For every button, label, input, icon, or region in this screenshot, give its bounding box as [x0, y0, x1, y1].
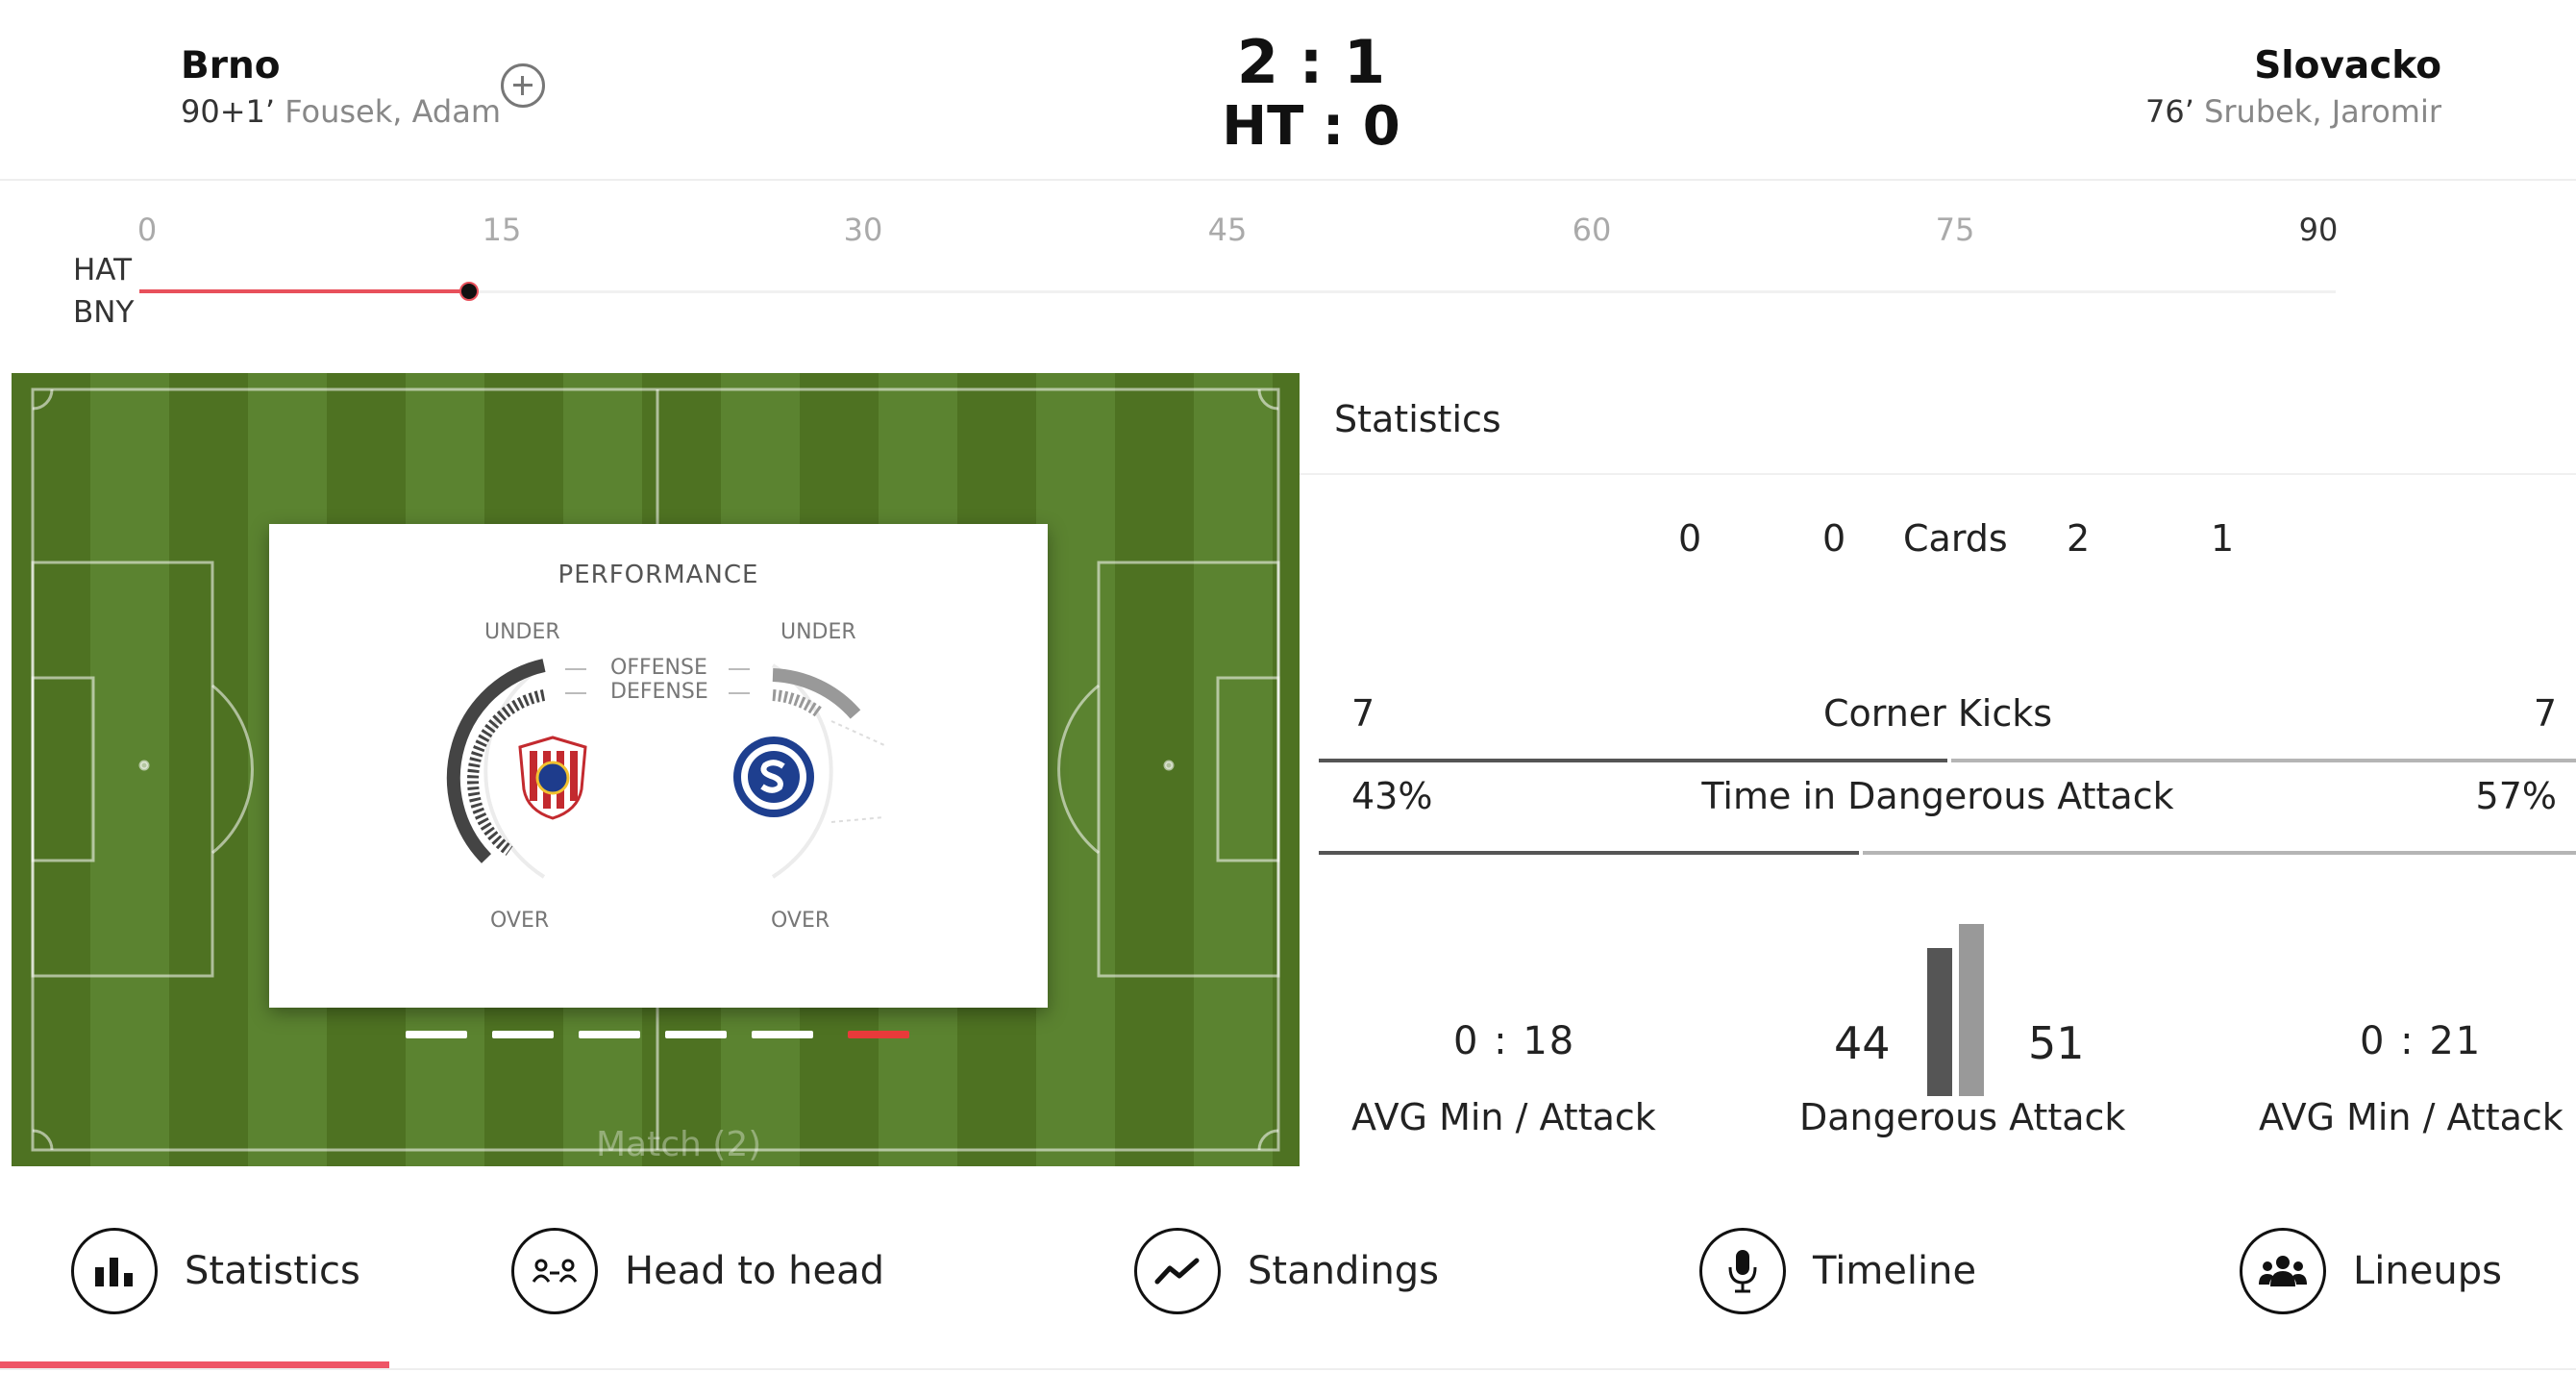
- divider: [1300, 473, 2576, 475]
- home-team-name[interactable]: Brno: [181, 42, 501, 90]
- timeline-tick: 75: [1935, 212, 1975, 248]
- danger-time-label: Time in Dangerous Attack: [1701, 775, 2174, 817]
- microphone-icon: [1699, 1228, 1786, 1314]
- home-cards-red: 0: [1822, 517, 1846, 560]
- carousel-dot[interactable]: [752, 1031, 813, 1038]
- away-team-name[interactable]: Slovacko: [2145, 42, 2441, 90]
- nav-item-lineups[interactable]: Lineups: [2240, 1228, 2502, 1314]
- home-team-block[interactable]: Brno 90+1’ Fousek, Adam: [181, 42, 501, 133]
- timeline-handle[interactable]: [459, 282, 479, 301]
- bar-chart-icon: [71, 1228, 158, 1314]
- carousel-dot[interactable]: [492, 1031, 554, 1038]
- performance-card[interactable]: PERFORMANCE UNDER UNDER OFFENSE DEFENSE …: [269, 524, 1048, 1008]
- match-timeline: 0 15 30 45 60 75 90 HAT BNY: [0, 183, 2576, 375]
- nav-label-head-to-head: Head to head: [625, 1249, 885, 1293]
- danger-time-home-bar: [1319, 851, 1859, 855]
- away-goal-scorer: Srubek, Jaromir: [2204, 93, 2441, 130]
- away-cards-yellow: 2: [2067, 517, 2091, 560]
- danger-time-away: 57%: [2475, 775, 2557, 817]
- timeline-away-abbr: BNY: [73, 295, 135, 330]
- nav-item-statistics[interactable]: Statistics: [71, 1228, 360, 1314]
- nav-item-standings[interactable]: Standings: [1134, 1228, 1439, 1314]
- away-team-block[interactable]: Slovacko 76’ Srubek, Jaromir: [2145, 42, 2441, 133]
- timeline-tick: 60: [1572, 212, 1612, 248]
- divider: [0, 1368, 2576, 1370]
- timeline-tick: 30: [843, 212, 883, 248]
- people-icon: [2240, 1228, 2326, 1314]
- nav-label-lineups: Lineups: [2353, 1249, 2502, 1293]
- match-caption: Match (2): [596, 1125, 762, 1164]
- away-goal-event: 76’ Srubek, Jaromir: [2145, 90, 2441, 133]
- full-score: 2 : 1: [1236, 27, 1386, 97]
- bottom-nav: Statistics Head to head Standings Timeli…: [0, 1166, 2576, 1373]
- dangerous-attack-home: 44: [1834, 1017, 1891, 1069]
- timeline-tick: 15: [482, 212, 522, 248]
- pitch-panel: PERFORMANCE UNDER UNDER OFFENSE DEFENSE …: [12, 373, 1300, 1166]
- cards-label: Cards: [1903, 517, 2008, 560]
- corner-kicks-home-bar: [1319, 759, 1947, 762]
- nav-label-timeline: Timeline: [1813, 1249, 1977, 1293]
- carousel-dot-active[interactable]: [848, 1031, 909, 1038]
- nav-label-statistics: Statistics: [185, 1249, 360, 1293]
- carousel-dot[interactable]: [665, 1031, 727, 1038]
- danger-time-away-bar: [1863, 851, 2576, 855]
- nav-item-head-to-head[interactable]: Head to head: [511, 1228, 884, 1314]
- trend-line-icon: [1134, 1228, 1221, 1314]
- timeline-home-abbr: HAT: [73, 253, 133, 287]
- timeline-tick: 90: [2298, 212, 2339, 248]
- timeline-progress: [139, 289, 469, 293]
- home-avg-attack-value: 0 : 18: [1453, 1019, 1576, 1063]
- away-goal-minute: 76’: [2145, 93, 2194, 130]
- away-avg-attack-label: AVG Min / Attack: [2259, 1096, 2564, 1138]
- nav-item-timeline[interactable]: Timeline: [1699, 1228, 1976, 1314]
- add-event-icon[interactable]: [501, 63, 545, 108]
- head-to-head-icon: [511, 1228, 598, 1314]
- corner-kicks-label: Corner Kicks: [1822, 692, 2053, 735]
- away-cards-red: 1: [2211, 517, 2235, 560]
- corner-kicks-away-bar: [1951, 759, 2576, 762]
- away-avg-attack-value: 0 : 21: [2360, 1019, 2483, 1063]
- match-header: Brno 90+1’ Fousek, Adam 2 : 1 HT : 0 Slo…: [0, 0, 2576, 181]
- home-cards-yellow: 0: [1678, 517, 1702, 560]
- timeline-tick: 45: [1207, 212, 1248, 248]
- statistics-panel: Statistics 0 0 Cards 2 1 7 Corner Kicks …: [1300, 373, 2576, 1166]
- home-goal-minute: 90+1’: [181, 93, 276, 130]
- home-goal-event: 90+1’ Fousek, Adam: [181, 90, 501, 133]
- statistics-title: Statistics: [1334, 398, 1501, 440]
- home-avg-attack-label: AVG Min / Attack: [1351, 1096, 1656, 1138]
- carousel-dot[interactable]: [579, 1031, 640, 1038]
- dangerous-attack-home-bar: [1927, 948, 1952, 1096]
- dangerous-attack-away-bar: [1959, 924, 1984, 1096]
- timeline-tick: 0: [136, 212, 158, 248]
- home-goal-scorer: Fousek, Adam: [285, 93, 502, 130]
- carousel-dot[interactable]: [406, 1031, 467, 1038]
- halftime-score: HT : 0: [1222, 95, 1400, 158]
- slovacko-crest-icon: [733, 736, 814, 817]
- dangerous-attack-away: 51: [2028, 1017, 2085, 1069]
- brno-crest-icon: [518, 736, 587, 820]
- performance-gauges: [446, 659, 885, 879]
- nav-label-standings: Standings: [1248, 1249, 1440, 1293]
- dangerous-attack-label: Dangerous Attack: [1799, 1096, 2126, 1138]
- scoreboard: 2 : 1 HT : 0: [1125, 29, 1498, 158]
- corner-kicks-away: 7: [2533, 692, 2557, 735]
